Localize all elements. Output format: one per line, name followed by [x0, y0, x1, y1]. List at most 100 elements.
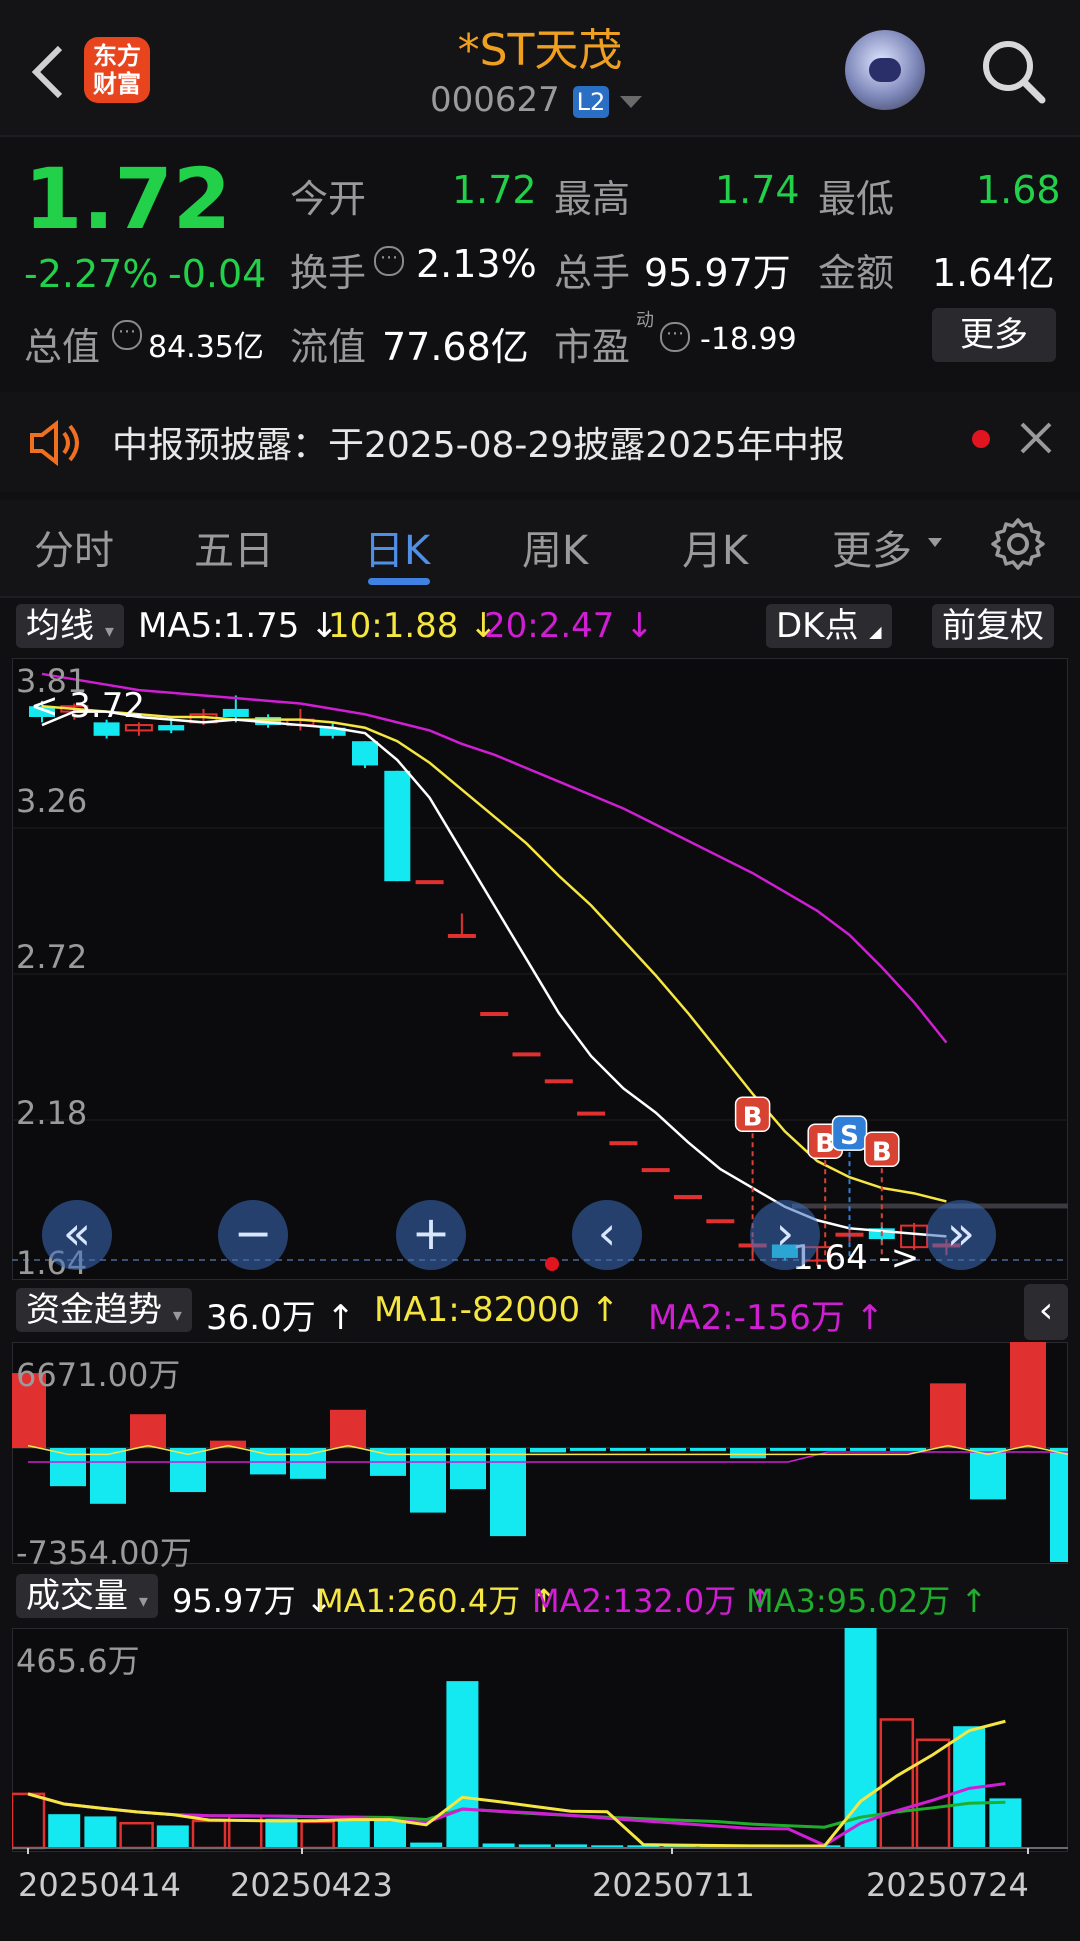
stat-label: 总手 [554, 251, 631, 295]
volume-bar [84, 1816, 117, 1848]
scroll-right-fast-button[interactable]: » [926, 1200, 996, 1270]
tab-five-day[interactable]: 五日 [194, 518, 274, 576]
volume-bar [989, 1798, 1022, 1848]
fund-bar [330, 1409, 366, 1448]
volume-bar [156, 1825, 189, 1848]
collapse-chevron-icon[interactable]: ‹ [1024, 1284, 1068, 1340]
search-icon[interactable] [978, 36, 1048, 106]
fund-bar [210, 1440, 246, 1448]
volume-ma1-readout: MA1:260.4万 ↑ [316, 1582, 558, 1620]
zoom-in-button[interactable]: + [396, 1200, 466, 1270]
fund-y-top: 6671.00万 [16, 1356, 181, 1394]
fund-bar [530, 1447, 566, 1453]
tab-weekly-k[interactable]: 周K [522, 518, 588, 576]
zoom-out-button[interactable]: − [218, 1200, 288, 1270]
candle-body [352, 741, 378, 766]
scroll-left-fast-button[interactable]: « [42, 1200, 112, 1270]
y-tick-label: 2.18 [16, 1094, 88, 1132]
indicator-select-fund[interactable]: 资金趋势 ▾ [16, 1288, 192, 1332]
gear-icon[interactable] [990, 516, 1046, 572]
volume-ma3-readout: MA3:95.02万 ↑ [746, 1582, 988, 1620]
volume-bar [374, 1820, 406, 1848]
fund-bar [650, 1447, 686, 1451]
level2-badge[interactable]: L2 [573, 86, 609, 118]
tab-monthly-k[interactable]: 月K [682, 518, 748, 576]
notice-text[interactable]: 中报预披露：于2025-08-29披露2025年中报 [112, 416, 845, 468]
active-tab-indicator [368, 578, 430, 585]
volume-chart [12, 1628, 1068, 1854]
stat-value-high: 1.74 [715, 168, 800, 212]
fund-bar [570, 1447, 606, 1451]
volume-y-top: 465.6万 [16, 1642, 140, 1680]
fund-bar [290, 1447, 326, 1479]
fund-y-bottom: -7354.00万 [16, 1534, 192, 1572]
info-icon[interactable]: ⋯ [660, 322, 690, 352]
event-dot [545, 1257, 559, 1271]
stat-label: 市盈 [554, 325, 631, 369]
volume-bar [337, 1820, 370, 1848]
fund-bar [90, 1447, 126, 1504]
fund-bar [970, 1447, 1006, 1500]
x-date-label: 20250711 [592, 1866, 755, 1904]
unread-dot [972, 430, 990, 448]
volume-bar [446, 1681, 479, 1848]
fund-ma2-readout: MA2:-156万 ↑ [648, 1298, 885, 1338]
stat-value-market-cap: 84.35亿 [148, 330, 264, 365]
adjust-select[interactable]: 前复权 [932, 604, 1054, 648]
close-icon[interactable] [1018, 420, 1054, 456]
y-tick-label: 3.26 [16, 782, 88, 820]
stat-value-amount: 1.64亿 [932, 251, 1055, 295]
volume-bar [300, 1820, 335, 1850]
x-date-label: 20250414 [18, 1866, 181, 1904]
volume-bar [119, 1821, 154, 1850]
volume-value-readout: 95.97万 ↓ [172, 1582, 333, 1620]
info-icon[interactable]: ⋯ [112, 320, 142, 350]
info-icon[interactable]: ⋯ [374, 246, 404, 276]
fund-bar [850, 1447, 886, 1451]
scroll-left-button[interactable]: ‹ [572, 1200, 642, 1270]
volume-bar [12, 1792, 46, 1850]
candle-body [447, 933, 476, 938]
candle-body [384, 770, 411, 882]
candle-body [415, 880, 444, 885]
candle-body [158, 725, 185, 731]
candle-body [609, 1141, 638, 1146]
stat-value-turnover: 2.13% [416, 242, 537, 286]
chevron-down-icon[interactable] [620, 96, 642, 108]
fund-bar [130, 1414, 166, 1448]
dk-point-select[interactable]: DK点 ◢ [766, 604, 892, 648]
kline-chart[interactable]: BB SB [12, 658, 1068, 1278]
fund-bar [410, 1447, 446, 1513]
robot-avatar-icon[interactable] [845, 30, 925, 110]
volume-bar [191, 1819, 227, 1850]
stat-value-float-cap: 77.68亿 [382, 325, 529, 369]
tab-more[interactable]: 更多 [832, 518, 912, 576]
change-percent: -2.27% [24, 252, 159, 296]
x-date-label: 20250724 [866, 1866, 1029, 1904]
tab-more-caret-icon[interactable] [928, 538, 942, 547]
scroll-right-button[interactable]: › [750, 1200, 820, 1270]
ma20-readout: 20:2.47 ↓ [484, 606, 654, 646]
fund-bar [1050, 1447, 1068, 1562]
stat-label: 流值 [290, 325, 367, 369]
candle-body [222, 708, 249, 717]
speaker-icon [30, 420, 79, 466]
fund-bar [890, 1447, 926, 1451]
candle-body [544, 1079, 573, 1084]
stat-value-low: 1.68 [976, 168, 1061, 212]
current-price: 1.72 [24, 150, 232, 248]
fund-value-readout: 36.0万 ↑ [206, 1298, 355, 1338]
tab-daily-k[interactable]: 日K [364, 518, 430, 576]
candle-body [577, 1111, 606, 1116]
indicator-select-volume[interactable]: 成交量 ▾ [16, 1574, 158, 1618]
stat-label: 换手 [290, 251, 367, 295]
stat-label: 金额 [818, 251, 895, 295]
stat-label: 总值 [24, 325, 101, 369]
tab-intraday[interactable]: 分时 [34, 518, 114, 576]
more-button[interactable]: 更多 [932, 308, 1056, 362]
candle-body [641, 1168, 670, 1173]
indicator-select-ma[interactable]: 均线 ▾ [16, 604, 124, 648]
stat-value-volume: 95.97万 [644, 251, 791, 295]
candle-body [674, 1195, 702, 1200]
pe-superscript: 动 [636, 310, 654, 331]
